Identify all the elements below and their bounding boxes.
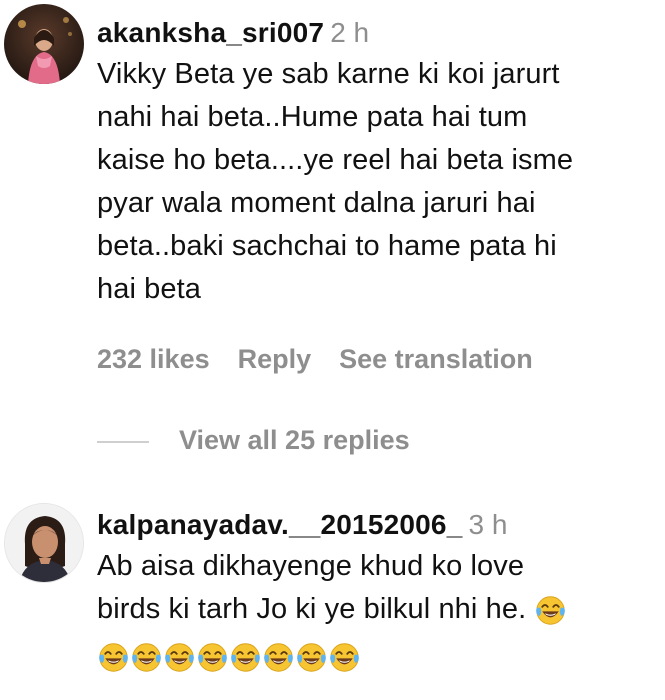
avatar[interactable] xyxy=(4,503,84,583)
face-with-tears-of-joy-icon xyxy=(165,643,194,672)
username[interactable]: akanksha_sri007 xyxy=(97,17,324,48)
comment-text-fragment: birds ki tarh Jo ki ye bilkul nhi he. xyxy=(97,593,527,625)
face-with-tears-of-joy-icon xyxy=(264,643,293,672)
timestamp: 2 h xyxy=(330,17,370,48)
emoji-inline xyxy=(534,594,567,627)
face-with-tears-of-joy-icon xyxy=(330,643,359,672)
view-replies-label: View all 25 replies xyxy=(179,425,410,455)
emoji-line xyxy=(97,635,659,678)
face-with-tears-of-joy-icon xyxy=(536,596,566,625)
avatar-photo xyxy=(5,504,83,582)
avatar[interactable] xyxy=(4,4,84,84)
face-with-tears-of-joy-icon xyxy=(231,643,260,672)
likes-count[interactable]: 232 likes xyxy=(97,344,210,374)
comment-header: kalpanayadav.__20152006_ 3 h xyxy=(97,508,659,542)
emoji-row xyxy=(97,641,361,674)
comment-text-line: Ab aisa dikhayenge khud ko love xyxy=(97,550,525,582)
view-replies-button[interactable]: View all 25 replies xyxy=(97,425,410,456)
see-translation-button[interactable]: See translation xyxy=(339,344,533,374)
timestamp: 3 h xyxy=(468,509,508,540)
username[interactable]: kalpanayadav.__20152006_ xyxy=(97,509,462,540)
comment-text: Ab aisa dikhayenge khud ko love birds ki… xyxy=(97,545,659,678)
avatar-photo xyxy=(4,4,84,84)
comment-text-line: birds ki tarh Jo ki ye bilkul nhi he. xyxy=(97,588,659,631)
replies-divider xyxy=(97,440,149,443)
comment-actions: 232 likes Reply See translation xyxy=(97,344,561,375)
comment-text: Vikky Beta ye sab karne ki koi jarurt na… xyxy=(97,58,574,305)
face-with-tears-of-joy-icon xyxy=(99,643,128,672)
reply-button[interactable]: Reply xyxy=(238,344,312,374)
face-with-tears-of-joy-icon xyxy=(198,643,227,672)
face-with-tears-of-joy-icon xyxy=(297,643,326,672)
face-with-tears-of-joy-icon xyxy=(132,643,161,672)
comment-header: akanksha_sri007 2 h xyxy=(97,16,659,50)
